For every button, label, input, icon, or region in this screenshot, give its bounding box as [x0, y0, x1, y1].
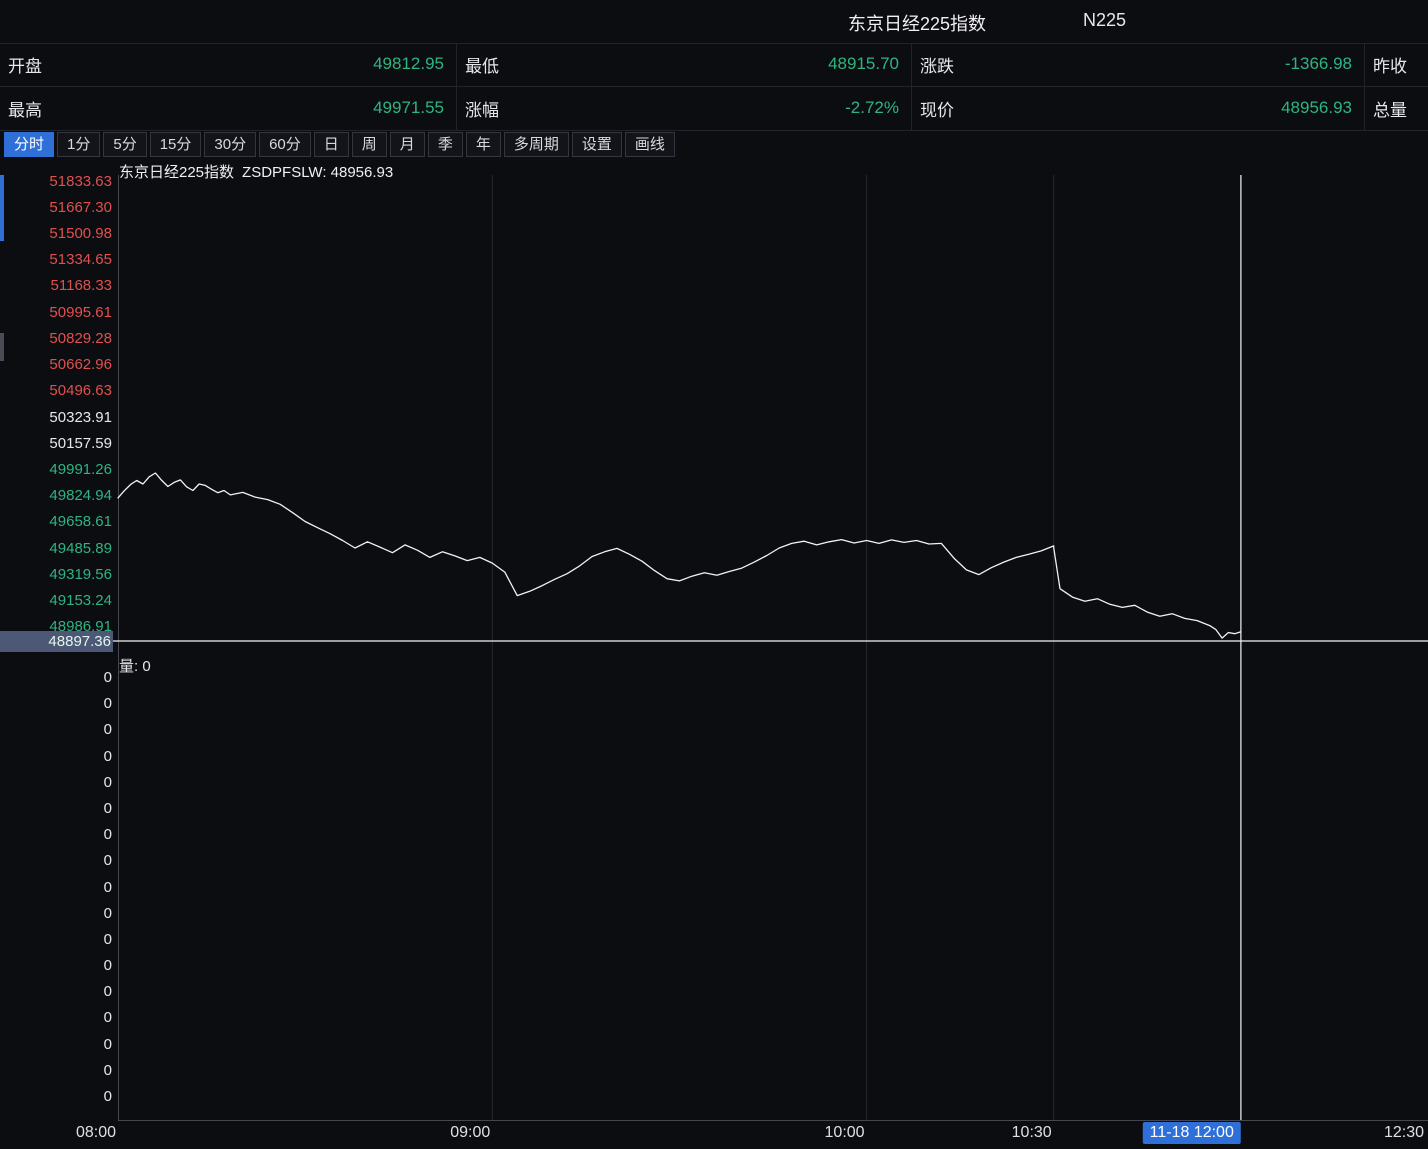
quote-prev-close-label: 昨收	[1373, 52, 1407, 77]
price-axis-label: 50496.63	[0, 382, 112, 400]
timeframe-tab[interactable]: 周	[352, 132, 387, 157]
timeframe-tab[interactable]: 多周期	[504, 132, 569, 157]
price-axis-label: 50995.61	[0, 304, 112, 322]
volume-axis-label: 0	[0, 852, 112, 869]
volume-axis-label: 0	[0, 748, 112, 765]
quote-low-label: 最低	[465, 52, 499, 77]
volume-pane-label: 量: 0	[119, 655, 151, 676]
price-axis-label: 50323.91	[0, 409, 112, 427]
time-axis-label: 10:30	[1012, 1124, 1054, 1142]
quote-change-label: 涨跌	[920, 52, 954, 77]
price-axis-label: 49319.56	[0, 566, 112, 584]
timeframe-tab[interactable]: 30分	[204, 132, 256, 157]
quote-open-label: 开盘	[8, 52, 42, 77]
volume-axis-label: 0	[0, 800, 112, 817]
volume-axis-label: 0	[0, 1036, 112, 1053]
timeframe-tab[interactable]: 分时	[4, 132, 54, 157]
price-axis-label: 50157.59	[0, 435, 112, 453]
quote-change-value: -1366.98	[1285, 54, 1352, 74]
time-axis-label: 09:00	[450, 1124, 492, 1142]
timeframe-tab[interactable]: 月	[390, 132, 425, 157]
volume-axis-label: 0	[0, 931, 112, 948]
timeframe-tab[interactable]: 设置	[572, 132, 622, 157]
price-axis-label: 51500.98	[0, 225, 112, 243]
stock-chart-app: 东京日经225指数 N225 开盘 49812.95 最低 48915.70 涨…	[0, 0, 1428, 1149]
price-axis-label: 50662.96	[0, 356, 112, 374]
volume-axis-label: 0	[0, 905, 112, 922]
time-axis-label: 12:30	[1384, 1124, 1426, 1142]
price-line	[118, 473, 1241, 638]
quote-high-value: 49971.55	[373, 98, 444, 118]
time-axis-label: 08:00	[76, 1124, 118, 1142]
quote-high: 最高 49971.55	[0, 87, 457, 131]
chart-indicator-readout: ZSDPFSLW: 48956.93	[242, 164, 393, 181]
chart-title-name: 东京日经225指数	[119, 164, 234, 181]
volume-axis-label: 0	[0, 879, 112, 896]
timeframe-tab-bar: 分时1分5分15分30分60分日周月季年多周期设置画线	[0, 130, 1428, 158]
price-axis-label: 48986.91	[0, 618, 112, 636]
quote-prev-close: 昨收	[1365, 43, 1428, 87]
quote-low: 最低 48915.70	[457, 43, 912, 87]
timeframe-tab[interactable]: 1分	[57, 132, 100, 157]
window-header: 东京日经225指数 N225	[0, 0, 1428, 44]
volume-axis-label: 0	[0, 721, 112, 738]
quote-change-pct-value: -2.72%	[845, 98, 899, 118]
price-axis-label: 51833.63	[0, 173, 112, 191]
timeframe-tab[interactable]: 60分	[259, 132, 311, 157]
quote-high-label: 最高	[8, 96, 42, 121]
price-axis-label: 51667.30	[0, 199, 112, 217]
volume-axis-label: 0	[0, 774, 112, 791]
quote-panel: 开盘 49812.95 最低 48915.70 涨跌 -1366.98 昨收 最…	[0, 43, 1428, 131]
timeframe-tab[interactable]: 日	[314, 132, 349, 157]
quote-open-value: 49812.95	[373, 54, 444, 74]
price-axis-label: 49658.61	[0, 513, 112, 531]
volume-axis-label: 0	[0, 695, 112, 712]
volume-axis-label: 0	[0, 826, 112, 843]
timeframe-tab[interactable]: 5分	[103, 132, 146, 157]
volume-axis-label: 0	[0, 983, 112, 1000]
instrument-symbol: N225	[1083, 10, 1126, 31]
price-axis-label: 51334.65	[0, 251, 112, 269]
quote-low-value: 48915.70	[828, 54, 899, 74]
volume-axis-label: 0	[0, 1088, 112, 1105]
quote-last-value: 48956.93	[1281, 98, 1352, 118]
quote-open: 开盘 49812.95	[0, 43, 457, 87]
timeframe-tab[interactable]: 年	[466, 132, 501, 157]
price-axis-label: 49824.94	[0, 487, 112, 505]
price-axis-label: 50829.28	[0, 330, 112, 348]
volume-axis-label: 0	[0, 1009, 112, 1026]
quote-change: 涨跌 -1366.98	[912, 43, 1365, 87]
quote-change-pct-label: 涨幅	[465, 96, 499, 121]
timeframe-tab[interactable]: 15分	[150, 132, 202, 157]
volume-axis-label: 0	[0, 957, 112, 974]
price-axis-label: 51168.33	[0, 277, 112, 295]
volume-axis-label: 0	[0, 669, 112, 686]
price-axis-label: 49991.26	[0, 461, 112, 479]
timeframe-tab[interactable]: 画线	[625, 132, 675, 157]
chart-title: 东京日经225指数 ZSDPFSLW: 48956.93	[119, 161, 393, 182]
timeframe-tab[interactable]: 季	[428, 132, 463, 157]
price-axis-label: 49485.89	[0, 540, 112, 558]
quote-change-pct: 涨幅 -2.72%	[457, 87, 912, 131]
volume-axis-label: 0	[0, 1062, 112, 1079]
price-axis-label: 49153.24	[0, 592, 112, 610]
quote-last: 现价 48956.93	[912, 87, 1365, 131]
quote-last-label: 现价	[920, 96, 954, 121]
quote-volume-label: 总量	[1373, 96, 1407, 121]
quote-volume: 总量	[1365, 87, 1428, 131]
time-axis-label-current: 11-18 12:00	[1143, 1122, 1241, 1144]
time-axis-label: 10:00	[825, 1124, 867, 1142]
instrument-title: 东京日经225指数	[848, 10, 986, 36]
